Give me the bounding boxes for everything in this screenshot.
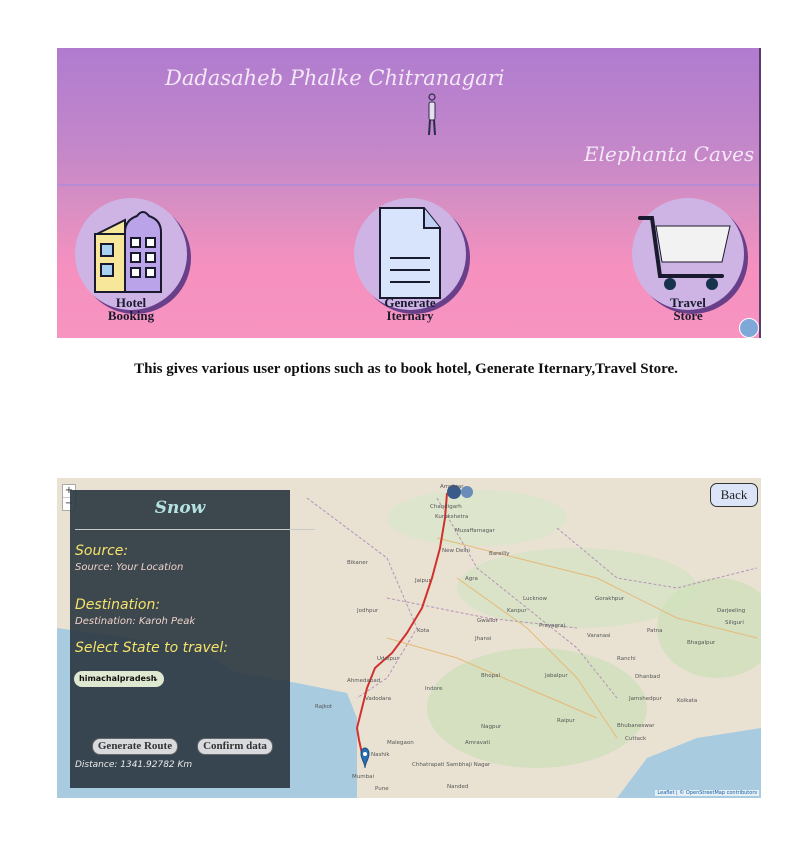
map-label: Darjeeling [717, 608, 746, 614]
source-location-marker[interactable] [360, 747, 370, 769]
place-title-right: Elephanta Caves [584, 142, 755, 166]
map-label: Bikaner [347, 560, 368, 566]
edit-pencil-icon[interactable] [739, 318, 759, 338]
travel-store-option[interactable]: Travel Store [632, 198, 744, 322]
map-label: Bhagalpur [687, 640, 716, 646]
chevron-down-icon: ⌄ [152, 674, 159, 683]
source-value: Source: Your Location [75, 562, 184, 573]
map-label: Dhanbad [635, 674, 660, 680]
generate-route-button[interactable]: Generate Route [92, 738, 178, 755]
map-label: Muzaffarnagar [455, 528, 495, 534]
state-select-value: himachalpradesh [79, 674, 157, 683]
distance-text: Distance: 1341.92782 Km [75, 760, 193, 770]
map-label: Patna [647, 628, 663, 634]
map-label: Pune [375, 786, 389, 792]
travel-store-label: Travel Store [670, 295, 706, 323]
map-label: Jhansi [475, 636, 492, 642]
map-label: Nanded [447, 784, 469, 790]
map-label: Udaipur [377, 656, 399, 662]
map-label: Indore [425, 686, 443, 692]
map-label: Varanasi [587, 633, 611, 639]
map-label: Kolkata [677, 698, 698, 704]
banner-right-border [759, 48, 761, 338]
document-icon [379, 207, 441, 299]
options-banner: Dadasaheb Phalke Chitranagari Elephanta … [57, 48, 761, 338]
map-label: Chandigarh [430, 504, 462, 510]
map-label: Siliguri [725, 620, 744, 626]
banner-divider [57, 184, 761, 186]
state-select-label: Select State to travel: [75, 640, 228, 656]
map-label: Kota [417, 628, 430, 634]
map-label: Agra [465, 576, 478, 582]
generate-itinerary-label: Generate Iternary [384, 295, 436, 323]
map-label: Bhopal [481, 673, 501, 679]
panel-divider [75, 529, 315, 530]
destination-label: Destination: [75, 597, 161, 613]
hotel-icon [94, 211, 162, 293]
map-label: Bareilly [489, 551, 510, 557]
map-label: Mumbai [352, 774, 374, 780]
map-attribution[interactable]: Leaflet | © OpenStreetMap contributors [655, 790, 759, 796]
generate-itinerary-option[interactable]: Generate Iternary [354, 198, 466, 322]
map-label: Jodhpur [357, 608, 379, 614]
caption-text: This gives various user options such as … [134, 361, 678, 377]
map-label: Ahmedabad [347, 678, 381, 684]
map-label: Kanpur [507, 608, 527, 614]
map-label: Gorakhpur [595, 596, 625, 602]
place-title-left: Dadasaheb Phalke Chitranagari [165, 66, 505, 90]
map-label: Malegaon [387, 740, 414, 746]
map-label: Vadodara [365, 696, 392, 702]
panel-title: Snow [154, 498, 206, 518]
map-label: Amritsar [440, 484, 464, 490]
route-panel: Snow Source: Source: Your Location Desti… [70, 490, 315, 788]
shopping-cart-icon [638, 216, 731, 290]
map-label: Nagpur [481, 724, 502, 730]
confirm-data-button[interactable]: Confirm data [197, 738, 273, 755]
state-select[interactable]: himachalpradesh ⌄ [74, 671, 164, 687]
map-label: Prayagraj [539, 623, 566, 629]
map-label: Cuttack [625, 736, 647, 742]
map-label: Amravati [465, 740, 491, 746]
map-label: Jaipur [415, 578, 431, 584]
map-label: Jamshedpur [629, 696, 662, 702]
map-label: Bhubaneswar [617, 723, 655, 729]
map-label: Lucknow [523, 596, 548, 602]
map-label: Raipur [557, 718, 575, 724]
source-label: Source: [75, 543, 129, 559]
back-button[interactable]: Back [710, 483, 758, 507]
map-label: New Delhi [442, 548, 470, 554]
map-label: Gwalior [477, 618, 498, 624]
map-label: Chhatrapati Sambhaji Nagar [412, 762, 491, 768]
map-label: Kurukshetra [435, 514, 469, 520]
map-label: Jabalpur [545, 673, 568, 679]
hotel-booking-label: Hotel Booking [107, 295, 155, 323]
walking-person-icon [428, 93, 436, 136]
map-label: Nashik [371, 752, 390, 758]
route-map[interactable]: Amritsar Chandigarh Kurukshetra Muzaffar… [57, 478, 761, 798]
destination-value: Destination: Karoh Peak [75, 616, 196, 627]
hotel-booking-option[interactable]: Hotel Booking [75, 198, 187, 322]
map-label: Rajkot [315, 704, 333, 710]
map-label: Ranchi [617, 656, 636, 662]
